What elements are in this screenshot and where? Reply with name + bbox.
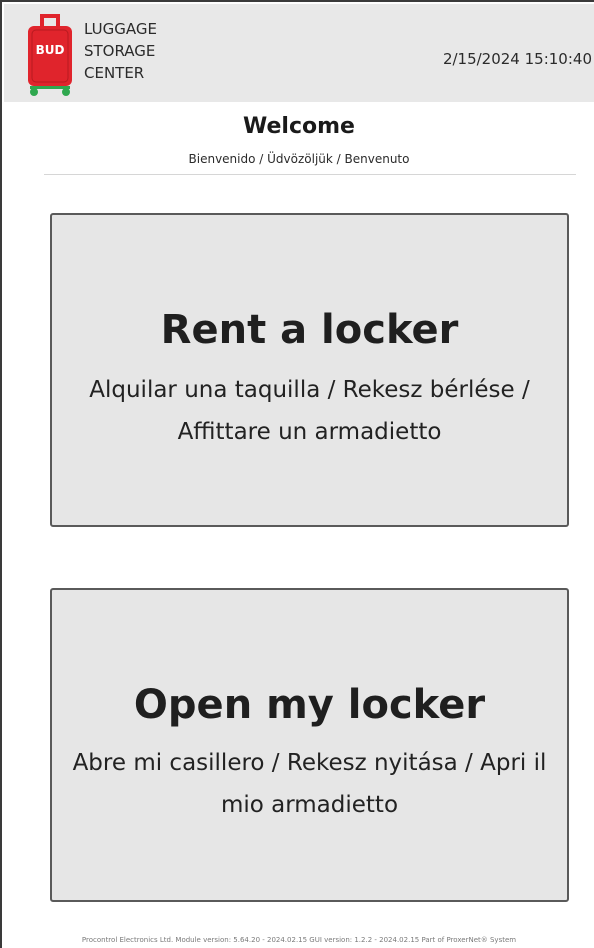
brand-name: LUGGAGE STORAGE CENTER <box>84 18 157 84</box>
rent-locker-title: Rent a locker <box>160 307 459 353</box>
welcome-subtitle: Bienvenido / Üdvözöljük / Benvenuto <box>188 152 410 166</box>
welcome-title: Welcome <box>243 114 355 139</box>
rent-locker-button[interactable]: Rent a locker Alquilar una taquilla / Re… <box>50 213 569 527</box>
kiosk-screen: BUD LUGGAGE STORAGE CENTER 2/15/2024 15:… <box>0 0 594 948</box>
brand-line: LUGGAGE <box>84 20 157 38</box>
red-suitcase-icon: BUD <box>24 12 76 98</box>
open-locker-title: Open my locker <box>133 682 486 728</box>
version-footer: Procontrol Electronics Ltd. Module versi… <box>81 936 517 944</box>
logo-text: BUD <box>36 43 65 57</box>
rent-locker-subtitle: Alquilar una taquilla / Rekesz bérlése /… <box>89 377 530 445</box>
header-bar: BUD LUGGAGE STORAGE CENTER 2/15/2024 15:… <box>4 4 594 102</box>
open-locker-subtitle: Abre mi casillero / Rekesz nyitása / Apr… <box>72 750 547 818</box>
divider <box>44 174 576 175</box>
clock: 2/15/2024 15:10:40 <box>442 50 592 68</box>
brand-line: CENTER <box>84 64 145 82</box>
open-locker-button[interactable]: Open my locker Abre mi casillero / Rekes… <box>50 588 569 902</box>
brand-line: STORAGE <box>84 42 156 60</box>
